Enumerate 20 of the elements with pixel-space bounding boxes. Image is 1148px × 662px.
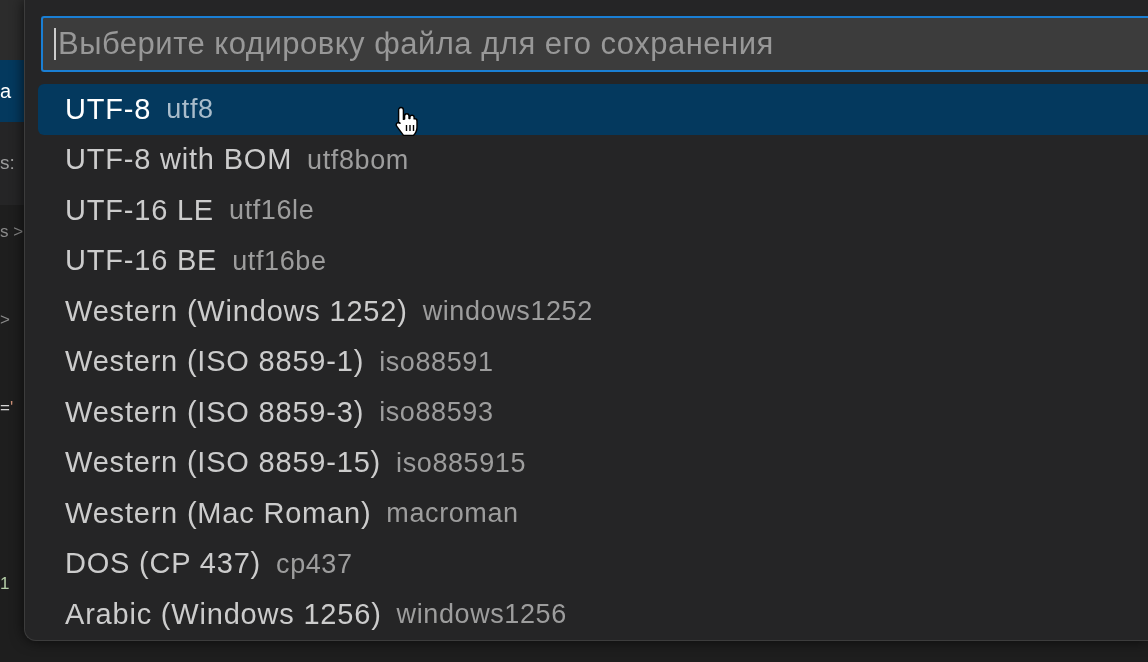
- text-cursor: [54, 28, 56, 60]
- encoding-option[interactable]: UTF-16 BE utf16be: [38, 235, 1148, 286]
- encoding-option[interactable]: Western (Mac Roman) macroman: [38, 488, 1148, 539]
- encoding-option[interactable]: DOS (CP 437) cp437: [38, 538, 1148, 589]
- encoding-option[interactable]: Western (ISO 8859-1) iso88591: [38, 336, 1148, 387]
- code-text: s >: [0, 221, 24, 244]
- encoding-option[interactable]: UTF-8 utf8: [38, 84, 1148, 135]
- code-text: >: [0, 309, 10, 332]
- code-text: ': [9, 397, 14, 420]
- code-text: 1: [0, 573, 10, 596]
- encoding-option[interactable]: Western (ISO 8859-15) iso885915: [38, 437, 1148, 488]
- breadcrumb-text: s:: [0, 151, 15, 176]
- encoding-option[interactable]: Arabic (Windows 1256) windows1256: [38, 589, 1148, 640]
- encoding-option[interactable]: Western (Windows 1252) windows1252: [38, 286, 1148, 337]
- editor-tab[interactable]: а: [0, 60, 24, 122]
- search-field[interactable]: Выберите кодировку файла для его сохранения: [41, 16, 1148, 72]
- encoding-option[interactable]: UTF-8 with BOM utf8bom: [38, 134, 1148, 185]
- code-text: =: [0, 397, 10, 420]
- encoding-option[interactable]: UTF-16 LE utf16le: [38, 185, 1148, 236]
- encoding-option[interactable]: Western (ISO 8859-3) iso88593: [38, 387, 1148, 438]
